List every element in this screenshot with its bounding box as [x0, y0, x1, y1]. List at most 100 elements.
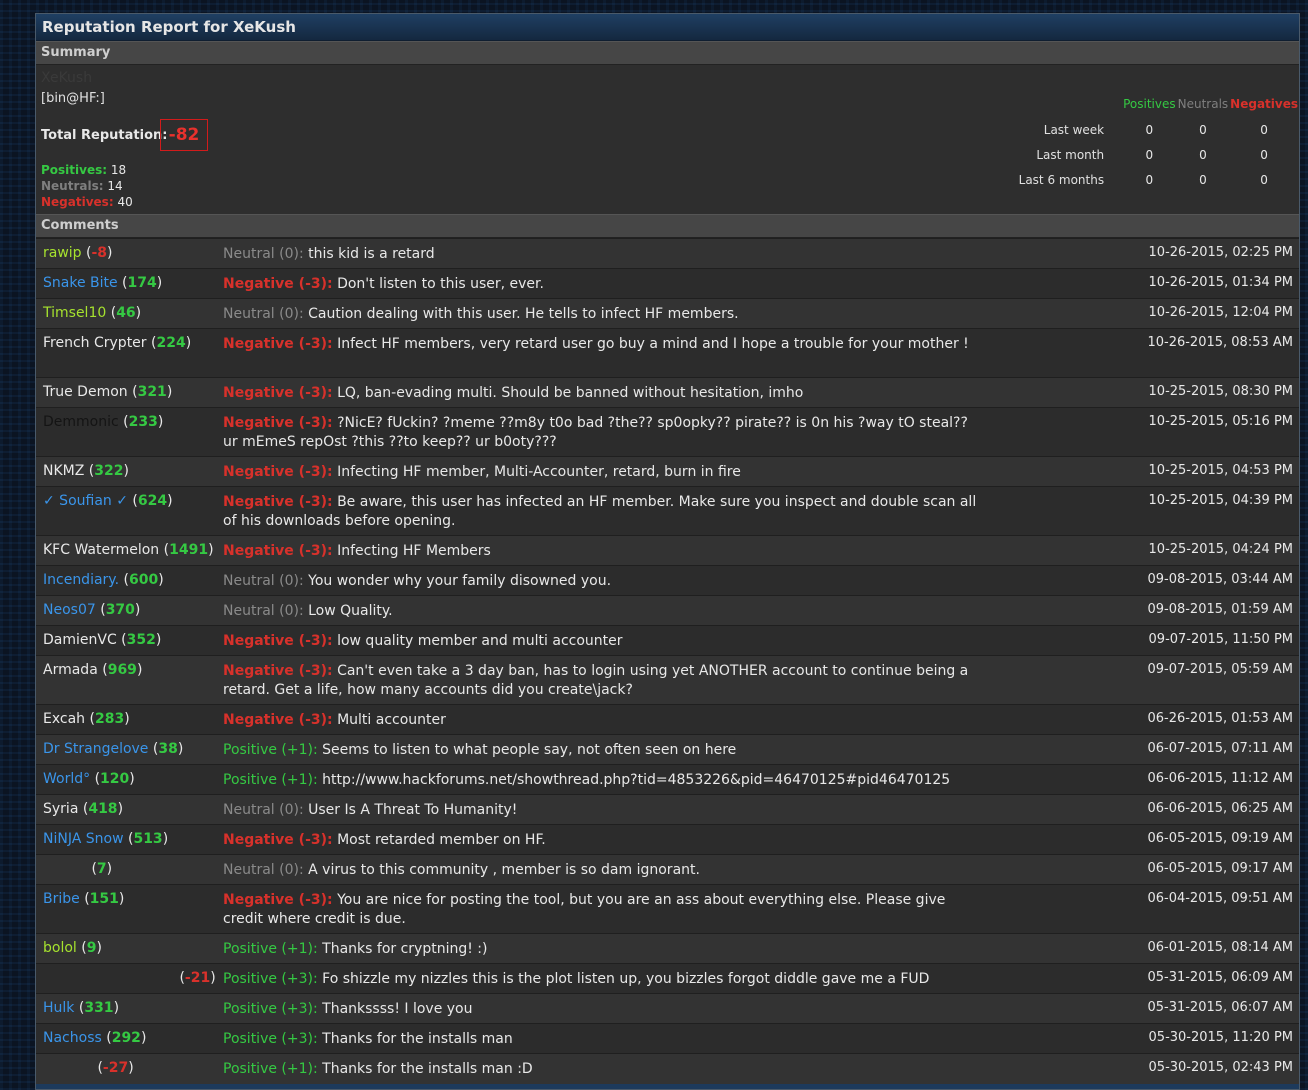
- comment-body: Positive (+1): Thanks for cryptning! :): [217, 934, 977, 963]
- comment-author: Incendiary. (600): [43, 572, 164, 588]
- comment-date: 10-25-2015, 04:39 PM: [1148, 493, 1293, 508]
- stats-header-positives: Positives: [1123, 96, 1176, 111]
- author-link[interactable]: Excah: [43, 711, 85, 727]
- comment-body: Neutral (0): Caution dealing with this u…: [217, 299, 977, 328]
- author-link[interactable]: Incendiary.: [43, 572, 119, 588]
- author-link[interactable]: Neos07: [43, 602, 96, 618]
- author-link[interactable]: Dr Strangelove: [43, 741, 148, 757]
- rating-label: Positive (+3):: [223, 971, 318, 987]
- author-reputation[interactable]: 600: [129, 572, 158, 588]
- comment-date: 09-07-2015, 05:59 AM: [1147, 662, 1293, 677]
- author-reputation[interactable]: 151: [90, 891, 119, 907]
- comment-body: Negative (-3): Can't even take a 3 day b…: [217, 656, 977, 704]
- comment-body: Negative (-3): LQ, ban-evading multi. Sh…: [217, 378, 977, 407]
- author-reputation[interactable]: 331: [84, 1000, 113, 1016]
- author-link[interactable]: World°: [43, 771, 90, 787]
- author-link[interactable]: French Crypter: [43, 335, 147, 351]
- username: XeKush: [41, 70, 93, 86]
- author-link[interactable]: Hulk: [43, 1000, 74, 1016]
- stats-pos: 0: [1145, 122, 1154, 137]
- stats-row: Last 6 months 0 0 0: [914, 167, 1299, 192]
- comment-author: NiNJA Snow (513): [43, 831, 169, 847]
- author-link[interactable]: rawip: [43, 245, 82, 261]
- comment-author: Demmonic (233): [43, 414, 164, 430]
- author-reputation[interactable]: 9: [87, 940, 97, 956]
- comment-date: 05-30-2015, 11:20 PM: [1148, 1030, 1293, 1045]
- author-link[interactable]: Snake Bite: [43, 275, 118, 291]
- stats-header-negatives: Negatives: [1230, 96, 1298, 111]
- author-reputation[interactable]: 624: [138, 493, 167, 509]
- author-link[interactable]: Armada: [43, 662, 98, 678]
- comment-body: Positive (+3): Thankssss! I love you: [217, 994, 977, 1023]
- author-reputation[interactable]: 46: [116, 305, 135, 321]
- author-link[interactable]: DamienVC: [43, 632, 117, 648]
- author-link[interactable]: NiNJA Snow: [43, 831, 124, 847]
- author-reputation[interactable]: 513: [133, 831, 162, 847]
- comment-text: You wonder why your family disowned you.: [308, 573, 612, 589]
- user-title: [bin@HF:]: [41, 91, 105, 106]
- rating-label: Negative (-3):: [223, 633, 333, 649]
- author-reputation[interactable]: -21: [185, 970, 210, 986]
- author-reputation[interactable]: 233: [129, 414, 158, 430]
- comment-date: 05-30-2015, 02:43 PM: [1148, 1060, 1293, 1075]
- author-reputation[interactable]: 283: [95, 711, 124, 727]
- comment-text: A virus to this community , member is so…: [308, 862, 700, 878]
- comment-text: this kid is a retard: [308, 246, 435, 262]
- comment-body: Neutral (0): User Is A Threat To Humanit…: [217, 795, 977, 824]
- stats-neg: 0: [1260, 172, 1268, 187]
- author-reputation[interactable]: 174: [128, 275, 157, 291]
- author-link[interactable]: Nachoss: [43, 1030, 102, 1046]
- comment-date: 06-26-2015, 01:53 AM: [1147, 711, 1293, 726]
- negatives-count: 40: [117, 195, 133, 209]
- comment-row: World° (120) Positive (+1): http://www.ha…: [36, 764, 1299, 794]
- author-link[interactable]: Timsel10: [43, 305, 106, 321]
- author-link[interactable]: Demmonic: [43, 414, 119, 430]
- rating-label: Negative (-3):: [223, 336, 333, 352]
- author-reputation[interactable]: -27: [103, 1060, 128, 1076]
- author-link[interactable]: KFC Watermelon: [43, 542, 159, 558]
- comment-text: Caution dealing with this user. He tells…: [308, 306, 739, 322]
- author-link[interactable]: True Demon: [43, 384, 128, 400]
- author-reputation[interactable]: 224: [156, 335, 185, 351]
- author-reputation[interactable]: 321: [138, 384, 167, 400]
- stats-row-label: Last week: [1043, 122, 1105, 137]
- author-reputation[interactable]: 322: [94, 463, 123, 479]
- author-reputation[interactable]: 370: [106, 602, 135, 618]
- rating-label: Negative (-3):: [223, 663, 333, 679]
- comment-row: Incendiary. (600) Neutral (0): You wonder…: [36, 565, 1299, 595]
- rating-label: Positive (+3):: [223, 1031, 318, 1047]
- negatives-count-line: Negatives: 40: [41, 195, 133, 209]
- author-reputation[interactable]: 352: [127, 632, 156, 648]
- stats-neg: 0: [1260, 147, 1268, 162]
- negatives-label: Negatives:: [41, 195, 114, 209]
- comment-date: 10-25-2015, 08:30 PM: [1148, 384, 1293, 399]
- comment-date: 10-25-2015, 05:16 PM: [1148, 414, 1293, 429]
- comment-row: NKMZ (322) Negative (-3): Infecting HF me…: [36, 456, 1299, 486]
- author-link[interactable]: Syria: [43, 801, 78, 817]
- comment-row: Syria (418) Neutral (0): User Is A Threat…: [36, 794, 1299, 824]
- author-reputation[interactable]: 120: [100, 771, 129, 787]
- author-reputation[interactable]: 1491: [169, 542, 208, 558]
- author-link[interactable]: bolol: [43, 940, 77, 956]
- panel-footer-bar: [36, 1084, 1299, 1089]
- author-reputation[interactable]: 292: [112, 1030, 141, 1046]
- comment-row: Excah (283) Negative (-3): Multi accounte…: [36, 704, 1299, 734]
- author-reputation[interactable]: 7: [97, 861, 107, 877]
- positives-label: Positives:: [41, 163, 108, 177]
- author-link[interactable]: Bribe: [43, 891, 80, 907]
- comment-row: (-27) Positive (+1): Thanks for the insta…: [36, 1053, 1299, 1083]
- comment-text: LQ, ban-evading multi. Should be banned …: [337, 385, 804, 401]
- author-reputation[interactable]: 38: [158, 741, 177, 757]
- author-reputation[interactable]: -8: [91, 245, 107, 261]
- author-link[interactable]: ✓ Soufian ✓: [43, 493, 128, 509]
- comment-body: Negative (-3): Don't listen to this user…: [217, 269, 977, 298]
- comment-date: 06-01-2015, 08:14 AM: [1147, 940, 1293, 955]
- comment-row: French Crypter (224) Negative (-3): Infec…: [36, 328, 1299, 377]
- author-reputation[interactable]: 969: [108, 662, 137, 678]
- comment-author: (-21): [175, 970, 216, 986]
- author-link[interactable]: NKMZ: [43, 463, 84, 479]
- author-reputation[interactable]: 418: [88, 801, 117, 817]
- comment-text: Don't listen to this user, ever.: [337, 276, 544, 292]
- comment-author: ✓ Soufian ✓ (624): [43, 493, 173, 509]
- comment-author: Dr Strangelove (38): [43, 741, 184, 757]
